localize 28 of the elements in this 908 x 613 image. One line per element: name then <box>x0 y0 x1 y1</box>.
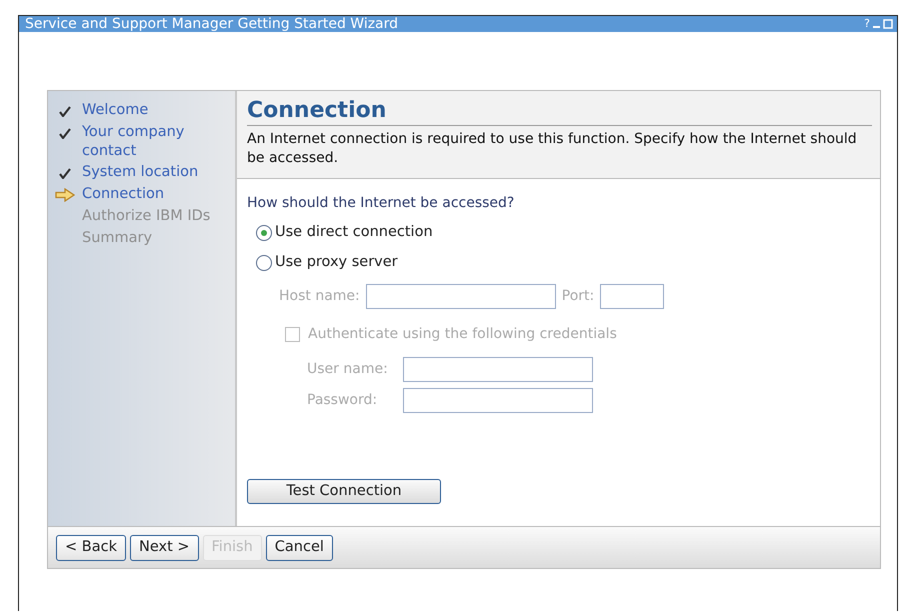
step-link[interactable]: Connection <box>82 185 164 204</box>
test-connection-button[interactable]: Test Connection <box>247 479 441 504</box>
window-title: Service and Support Manager Getting Started Wizard <box>25 16 398 32</box>
checkmark-icon <box>59 106 71 116</box>
input-field[interactable] <box>403 356 593 382</box>
step-link[interactable]: Your company contact <box>82 123 202 161</box>
step-link[interactable]: System location <box>82 163 198 182</box>
page-description: An Internet connection is required to use this function. Specify how the Internet should be accessed. <box>247 130 858 168</box>
radio-button[interactable] <box>256 254 272 271</box>
input-field[interactable] <box>403 388 593 413</box>
field-label: Port: <box>562 286 594 306</box>
radio-button[interactable] <box>256 225 272 242</box>
page-heading: Connection <box>247 99 872 126</box>
maximize-icon[interactable] <box>883 19 893 29</box>
help-button[interactable]: ? <box>864 18 870 30</box>
field-label: Host name: <box>279 286 360 306</box>
option-label[interactable]: Use direct connection <box>275 222 433 244</box>
checkmark-icon <box>59 128 71 138</box>
checkmark-icon <box>59 168 71 178</box>
step-link[interactable]: Welcome <box>82 101 148 120</box>
question-text: How should the Internet be accessed? <box>247 194 516 214</box>
wizard-button[interactable]: Next > <box>130 534 199 560</box>
wizard-button[interactable]: Cancel <box>266 534 333 560</box>
arrow-icon <box>55 188 75 202</box>
option-label[interactable]: Use proxy server <box>275 252 398 274</box>
field-label: User name: <box>307 360 389 379</box>
field-label: Password: <box>307 390 378 410</box>
wizard-button[interactable]: < Back <box>56 534 126 560</box>
